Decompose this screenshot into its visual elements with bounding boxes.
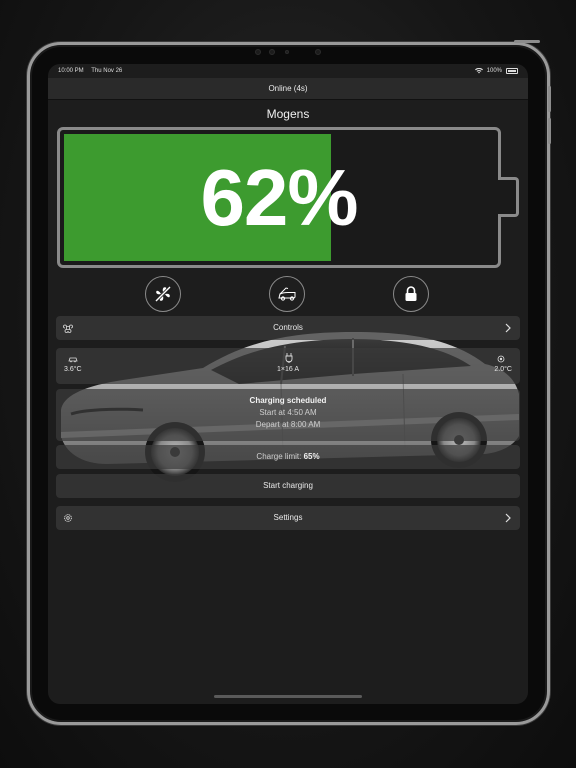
controls-row[interactable]: Controls (56, 316, 520, 340)
home-indicator[interactable] (214, 695, 362, 698)
charging-schedule[interactable]: Charging scheduled Start at 4:50 AM Depa… (56, 389, 520, 441)
car-interior-icon (68, 357, 78, 363)
nav-title: Online (4s) (268, 84, 308, 93)
chevron-right-icon (505, 513, 511, 523)
lock-icon (405, 286, 417, 301)
wifi-icon (474, 68, 483, 74)
battery-percent: 62% (200, 152, 358, 242)
schedule-start: Start at 4:50 AM (259, 408, 317, 417)
status-time: 10:00 PM (58, 68, 84, 74)
schedule-title: Charging scheduled (249, 396, 327, 405)
charge-plug-icon (285, 353, 293, 363)
volume-up-button (548, 86, 551, 112)
volume-down-button (548, 118, 551, 144)
status-date: Thu Nov 26 (91, 68, 123, 74)
nav-bar: Online (4s) (48, 78, 528, 100)
fan-off-icon (154, 285, 172, 303)
climate-toggle-button[interactable] (145, 276, 181, 312)
battery-gauge: 62% (57, 127, 501, 268)
outside-temperature: 2.0°C (494, 366, 512, 373)
start-charging-button[interactable]: Start charging (56, 474, 520, 498)
schedule-depart: Depart at 8:00 AM (255, 420, 321, 429)
settings-label: Settings (273, 513, 303, 522)
chevron-right-icon (505, 323, 511, 333)
app-screen: 10:00 PM Thu Nov 26 100% Online (4s) Mog… (48, 64, 528, 704)
battery-terminal (498, 177, 519, 217)
frunk-icon (278, 287, 296, 301)
lock-button[interactable] (393, 276, 429, 312)
frunk-button[interactable] (269, 276, 305, 312)
vehicle-name: Mogens (266, 107, 310, 121)
charge-limit-label: Charge limit: (256, 452, 302, 461)
outside-temperature-icon (497, 355, 505, 363)
charge-limit-row[interactable]: Charge limit: 65% (56, 445, 520, 469)
status-bar: 10:00 PM Thu Nov 26 100% (48, 64, 528, 78)
camera-bar (245, 48, 335, 56)
charger-info: 1×16 A (277, 366, 299, 373)
controls-label: Controls (273, 323, 303, 332)
settings-row[interactable]: Settings (56, 506, 520, 530)
start-charging-label: Start charging (263, 481, 313, 490)
climate-row: 3.6°C 1×16 A 2.0°C (56, 348, 520, 384)
battery-icon (506, 68, 518, 74)
charge-limit-value: 65% (303, 452, 320, 461)
power-button (514, 40, 540, 43)
status-battery-percent: 100% (486, 68, 502, 74)
